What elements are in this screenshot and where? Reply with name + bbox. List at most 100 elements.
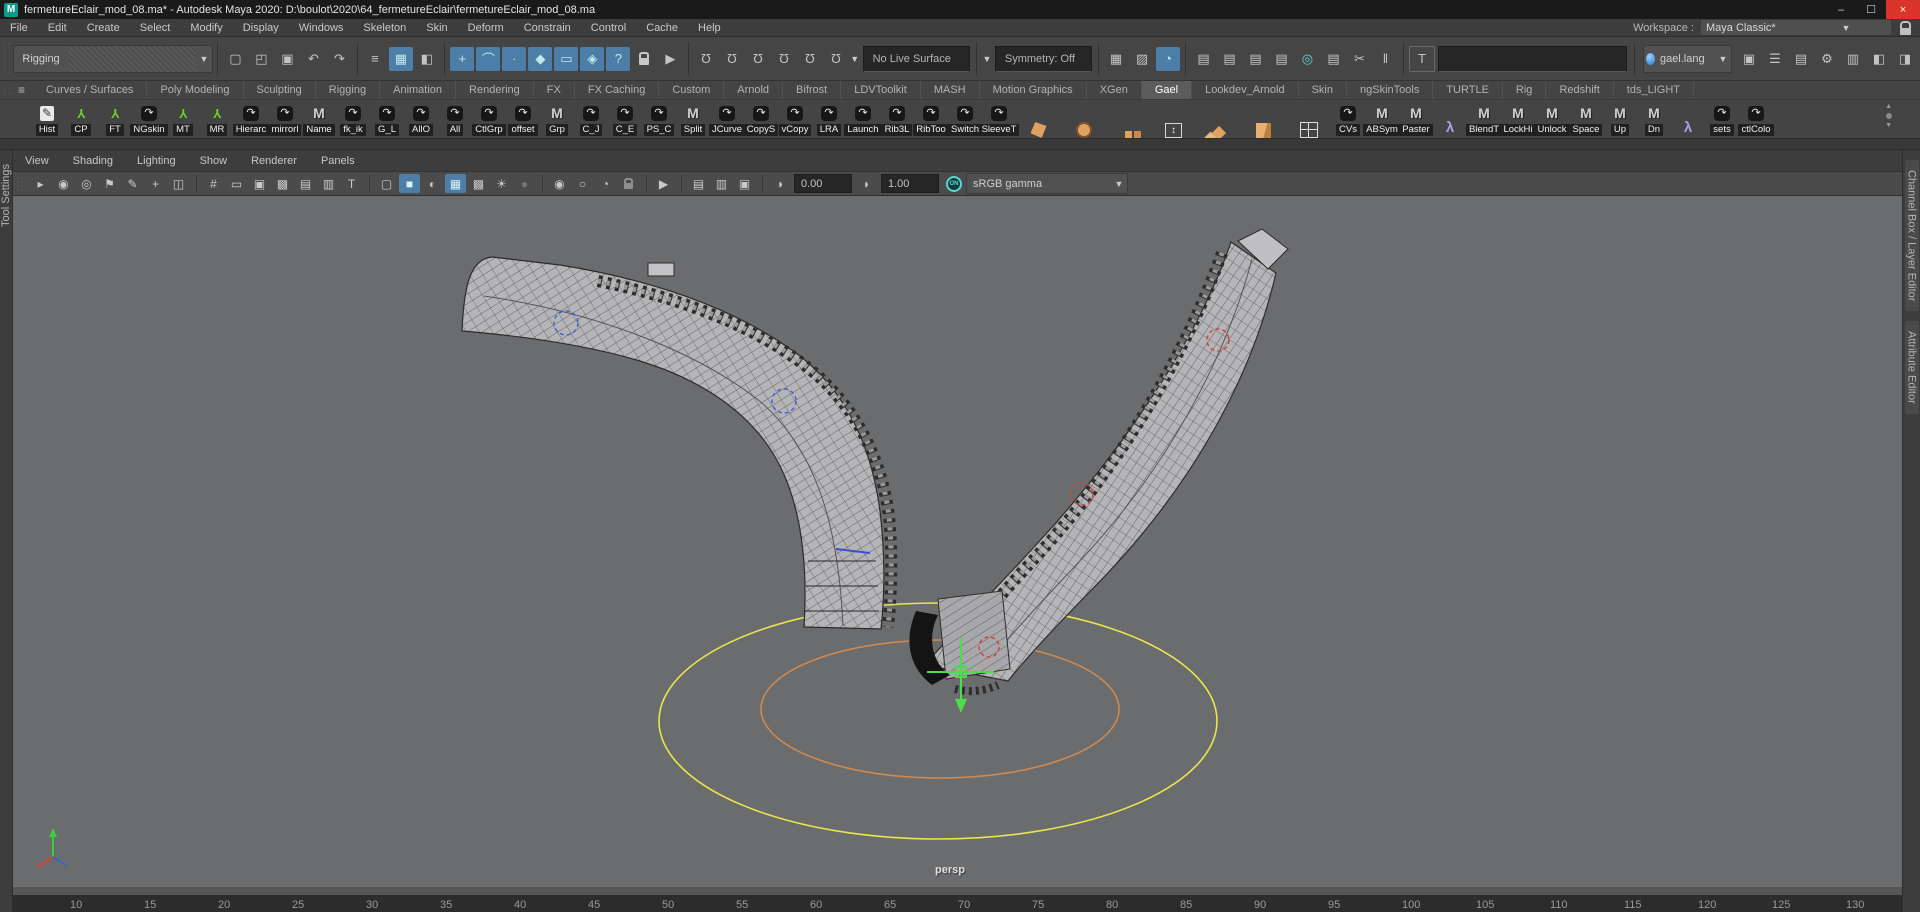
shelf-button[interactable]: CtlGrp xyxy=(472,100,506,138)
shelf-tab[interactable]: Rigging xyxy=(316,81,380,99)
shelf-button[interactable]: MR xyxy=(200,100,234,138)
shelf-button[interactable]: Unlock xyxy=(1535,100,1569,138)
xray-icon[interactable]: ▩ xyxy=(468,174,489,193)
live-surface-field[interactable]: No Live Surface xyxy=(863,46,970,72)
shelf-button[interactable]: SleeveT xyxy=(982,100,1016,138)
gamma-icon[interactable]: ◗ xyxy=(856,174,877,193)
drag-grip[interactable] xyxy=(3,83,13,97)
new-scene-icon[interactable]: ▢ xyxy=(223,47,247,71)
shelf-button[interactable]: PS_C xyxy=(642,100,676,138)
viewport[interactable]: persp xyxy=(13,195,1902,886)
shelf-button[interactable] xyxy=(1286,100,1331,138)
select-camera-icon[interactable]: ▸ xyxy=(30,174,51,193)
wireframe-on-shaded-icon[interactable]: ▦ xyxy=(445,174,466,193)
minimize-button[interactable]: – xyxy=(1826,0,1856,19)
toggle-right-sidebar-icon[interactable]: ◨ xyxy=(1893,47,1917,71)
language-dropdown[interactable]: gael.lang ▼ xyxy=(1643,45,1732,73)
workspace-lock-icon[interactable] xyxy=(1896,21,1914,35)
select-by-hierarchy-icon[interactable]: ≡ xyxy=(363,47,387,71)
shelf-tab[interactable]: Gael xyxy=(1142,81,1192,99)
channel-box-tab[interactable]: Channel Box / Layer Editor xyxy=(1905,160,1919,311)
shelf-tab[interactable]: Poly Modeling xyxy=(147,81,243,99)
shelf-button[interactable]: C_J xyxy=(574,100,608,138)
text-input-toggle-icon[interactable]: T xyxy=(1409,46,1435,72)
loop-icon[interactable]: ◎ xyxy=(1295,47,1319,71)
shelf-button[interactable] xyxy=(1433,100,1467,138)
panel-menu-item[interactable]: Renderer xyxy=(239,155,309,167)
redo-icon[interactable]: ↷ xyxy=(327,47,351,71)
menu-item[interactable]: Help xyxy=(688,22,731,34)
shelf-button[interactable]: Name xyxy=(302,100,336,138)
workspace-dropdown[interactable]: Maya Classic* ▼ xyxy=(1700,19,1892,36)
menu-item[interactable]: Skin xyxy=(416,22,457,34)
shelf-button[interactable]: Switch xyxy=(948,100,982,138)
shelf-button[interactable] xyxy=(1196,100,1241,138)
close-button[interactable]: × xyxy=(1886,0,1920,19)
shelf-button[interactable]: All xyxy=(438,100,472,138)
shelf-tab[interactable]: Animation xyxy=(380,81,456,99)
ssao-icon[interactable]: ◉ xyxy=(549,174,570,193)
shelf-tab[interactable]: FX Caching xyxy=(575,81,659,99)
shelf-button[interactable]: CP xyxy=(64,100,98,138)
shelf-button[interactable]: G_L xyxy=(370,100,404,138)
snap-to-grids-icon[interactable]: + xyxy=(450,47,474,71)
shelf-button[interactable]: LockHi xyxy=(1501,100,1535,138)
shelf-tab[interactable]: Lookdev_Arnold xyxy=(1192,81,1299,99)
shelf-tab[interactable]: tds_LIGHT xyxy=(1614,81,1694,99)
grid-icon[interactable]: # xyxy=(203,174,224,193)
cache-icon[interactable]: Ω xyxy=(798,47,822,71)
shelf-button[interactable]: BlendT xyxy=(1467,100,1501,138)
menu-item[interactable]: Windows xyxy=(289,22,354,34)
menu-item[interactable]: Edit xyxy=(38,22,77,34)
shelf-tab[interactable]: ngSkinTools xyxy=(1347,81,1433,99)
shelf-button[interactable]: CVs xyxy=(1331,100,1365,138)
shelf-tab[interactable]: Custom xyxy=(659,81,724,99)
shelf-tab[interactable]: Sculpting xyxy=(244,81,316,99)
menu-item[interactable]: Deform xyxy=(458,22,514,34)
shelf-button[interactable]: fk_ik xyxy=(336,100,370,138)
menu-item[interactable]: Modify xyxy=(180,22,232,34)
overlay-layer-icon[interactable]: ▤ xyxy=(688,174,709,193)
shelf-tab[interactable]: Motion Graphics xyxy=(980,81,1087,99)
shelf-button[interactable]: ctlColo xyxy=(1739,100,1773,138)
isolate-select-icon[interactable]: ▶ xyxy=(653,174,674,193)
modeling-toolkit-icon[interactable]: ▣ xyxy=(1737,47,1761,71)
shelf-button[interactable]: Grp xyxy=(540,100,574,138)
open-scene-icon[interactable]: ◰ xyxy=(249,47,273,71)
scroll-down-icon[interactable]: ▼ xyxy=(1885,121,1892,130)
shadows-icon[interactable]: ● xyxy=(514,174,535,193)
shelf-tab[interactable]: LDVToolkit xyxy=(841,81,921,99)
tool-settings-tab[interactable]: Tool Settings xyxy=(0,158,12,233)
construction-history-icon[interactable]: Ω xyxy=(746,47,770,71)
shelf-tab[interactable]: FX xyxy=(534,81,575,99)
snap-to-curves-icon[interactable]: ⌒ xyxy=(476,47,500,71)
time-slider[interactable]: 1015202530354045505560657075808590951001… xyxy=(13,895,1902,912)
shelf-tab[interactable]: XGen xyxy=(1087,81,1142,99)
shelf-button[interactable]: Hierarc xyxy=(234,100,268,138)
humanik-icon[interactable]: ☰ xyxy=(1763,47,1787,71)
symmetry-field[interactable]: Symmetry: Off xyxy=(995,46,1092,72)
tool-settings-icon[interactable]: ⚙ xyxy=(1815,47,1839,71)
shelf-button[interactable]: RibToo xyxy=(914,100,948,138)
colorspace-dropdown[interactable]: sRGB gamma ▼ xyxy=(966,173,1128,194)
zipper-left-band[interactable] xyxy=(462,257,884,629)
shelf-button[interactable]: Split xyxy=(676,100,710,138)
cut-icon[interactable]: ✂ xyxy=(1347,47,1371,71)
gamma-field[interactable]: 1.00 xyxy=(881,174,939,193)
color-management-toggle[interactable]: ON xyxy=(946,176,962,192)
snap-to-projected-center-icon[interactable]: ◆ xyxy=(528,47,552,71)
smooth-shade-icon[interactable]: ■ xyxy=(399,174,420,193)
render-current-frame-icon[interactable]: ▦ xyxy=(1104,47,1128,71)
snap-to-points-icon[interactable]: · xyxy=(502,47,526,71)
shelf-button[interactable]: Up xyxy=(1603,100,1637,138)
exposure-icon[interactable]: ◑ xyxy=(769,174,790,193)
maximize-button[interactable]: ☐ xyxy=(1856,0,1886,19)
shelf-tab[interactable]: Redshift xyxy=(1546,81,1613,99)
panel-menu-item[interactable]: Shading xyxy=(61,155,125,167)
scroll-up-icon[interactable]: ▲ xyxy=(1885,102,1892,111)
scroll-dot-icon[interactable] xyxy=(1886,113,1892,119)
menu-item[interactable]: Create xyxy=(77,22,130,34)
shelf-scroll-widget[interactable]: ▲ ▼ xyxy=(1885,102,1892,130)
shelf-button[interactable] xyxy=(1151,100,1196,138)
chevron-down-icon[interactable]: ▼ xyxy=(849,54,861,64)
